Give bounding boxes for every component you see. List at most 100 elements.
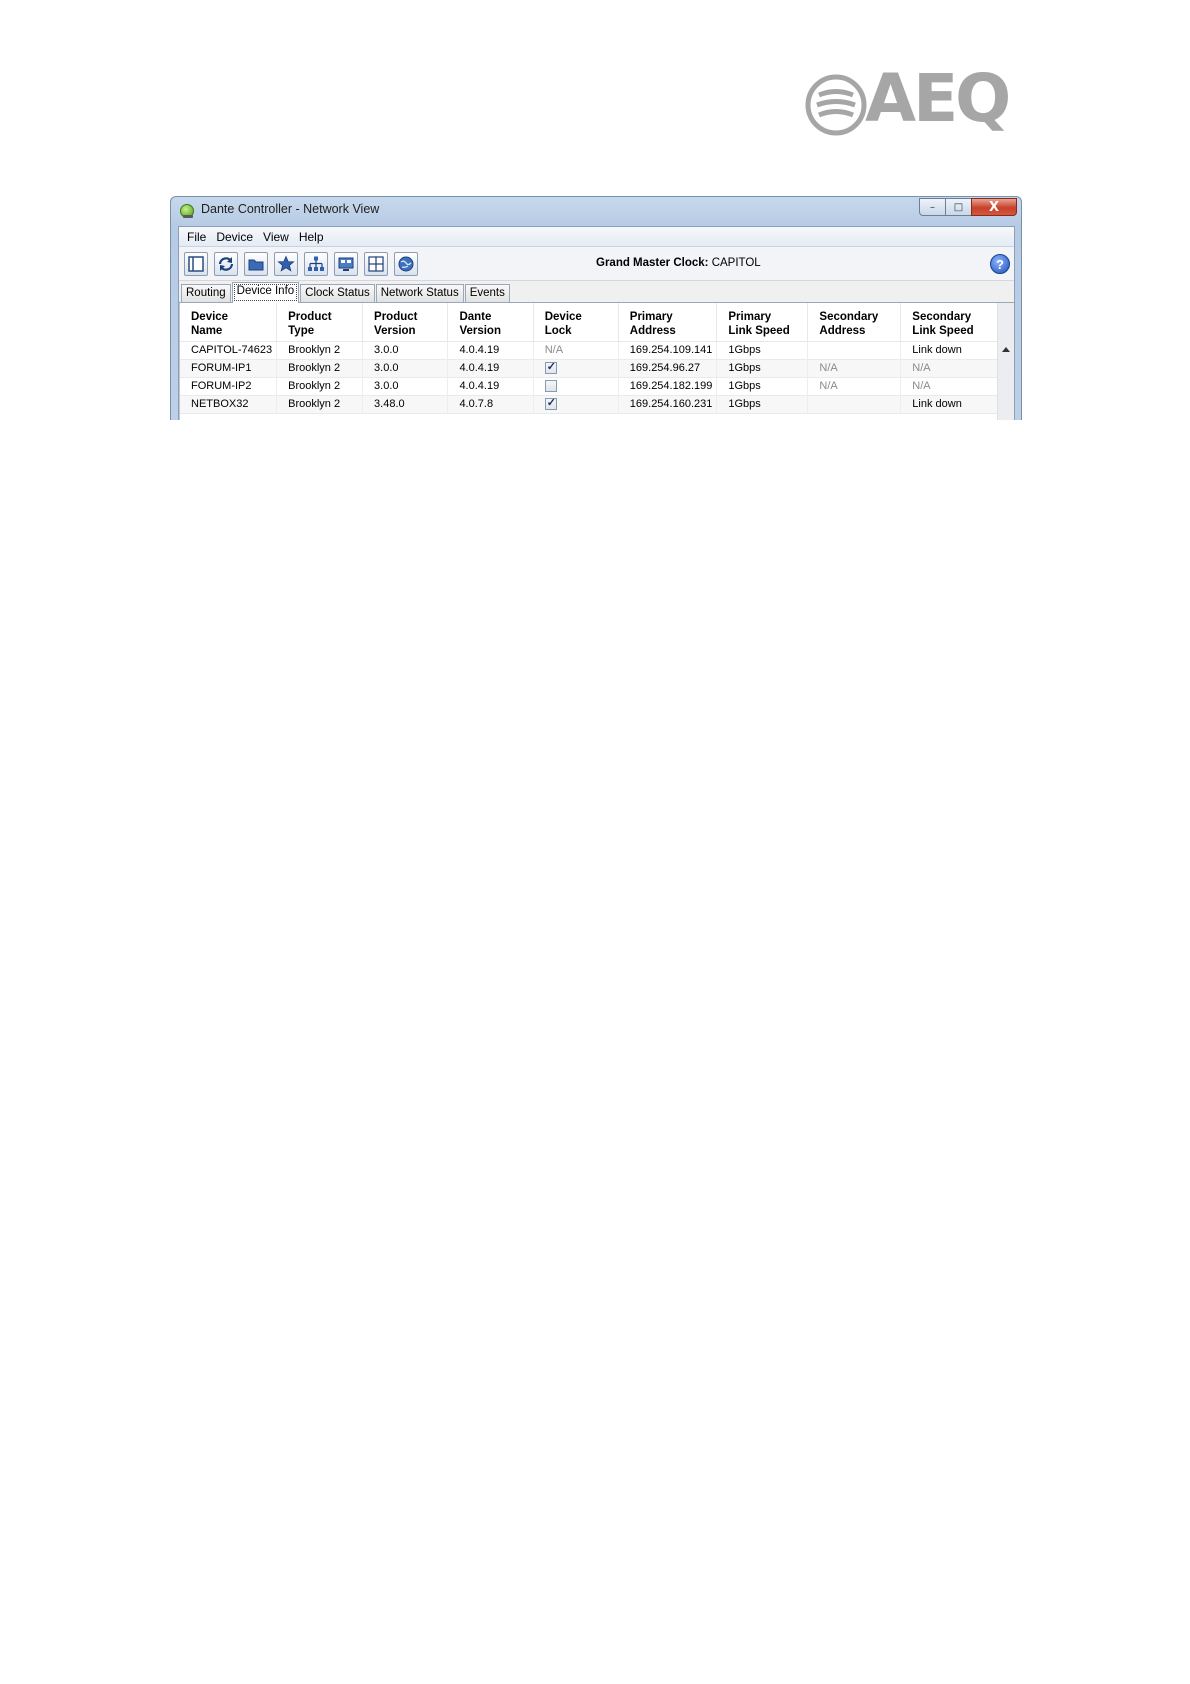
help-icon[interactable]: ? (990, 254, 1010, 274)
table-row[interactable]: FORUM-IP2 Brooklyn 2 3.0.0 4.0.4.19 169.… (180, 377, 998, 396)
toolbar: Grand Master Clock: CAPITOL ? (179, 247, 1014, 281)
cell-dante-version: 4.0.4.19 (447, 377, 534, 396)
header-device-name[interactable]: Device Name (180, 303, 278, 342)
window-client-area: File Device View Help Grand Master Clock… (178, 226, 1015, 420)
tab-device-info[interactable]: Device Info (231, 282, 300, 303)
cell-primary-address: 169.254.109.141 (618, 341, 718, 360)
cell-device-name: CAPITOL-74623 (180, 341, 278, 360)
cell-device-name: FORUM-IP2 (180, 377, 278, 396)
tab-strip: Routing Device Info Clock Status Network… (179, 281, 1014, 303)
cell-product-version: 3.0.0 (362, 359, 449, 378)
table-row[interactable]: NETBOX32 Brooklyn 2 3.48.0 4.0.7.8 169.2… (180, 395, 998, 414)
add-grid-icon (368, 255, 384, 272)
cell-device-lock (533, 377, 619, 396)
cell-device-lock (533, 359, 619, 378)
cell-primary-address: 169.254.160.231 (618, 395, 718, 414)
close-button[interactable]: X (971, 198, 1017, 216)
aeq-logo-text: AEQ (865, 60, 1011, 137)
monitor-icon (338, 257, 354, 271)
tab-network-status[interactable]: Network Status (375, 284, 464, 302)
monitor-button[interactable] (334, 251, 358, 276)
cell-product-type: Brooklyn 2 (276, 341, 364, 360)
menu-help[interactable]: Help (294, 230, 329, 244)
tab-clock-status[interactable]: Clock Status (300, 284, 375, 302)
menu-bar: File Device View Help (179, 227, 1014, 247)
cell-primary-link-speed: 1Gbps (716, 341, 809, 360)
minimize-button[interactable]: – (919, 198, 945, 216)
cell-secondary-link-speed: Link down (900, 341, 998, 360)
cell-device-name: NETBOX32 (180, 395, 278, 414)
table-header-row: Device Name Product Type Product Version Da… (180, 303, 998, 342)
header-device-lock[interactable]: Device Lock (533, 303, 619, 342)
scroll-up-arrow-icon[interactable] (1002, 347, 1010, 352)
device-lock-checkbox[interactable] (544, 380, 557, 393)
cell-secondary-address: N/A (807, 359, 902, 378)
device-view-button[interactable] (184, 251, 208, 276)
tab-events[interactable]: Events (464, 284, 510, 302)
cell-secondary-link-speed: Link down (900, 395, 998, 414)
cell-primary-link-speed: 1Gbps (716, 395, 809, 414)
device-view-icon (188, 255, 204, 272)
header-primary-link-speed[interactable]: Primary Link Speed (716, 303, 809, 342)
cell-secondary-link-speed: N/A (900, 359, 998, 378)
network-tree-button[interactable] (304, 251, 328, 276)
cell-product-type: Brooklyn 2 (276, 359, 364, 378)
cell-dante-version: 4.0.4.19 (447, 341, 534, 360)
globe-button[interactable] (394, 251, 418, 276)
cell-dante-version: 4.0.7.8 (447, 395, 534, 414)
table-row[interactable]: CAPITOL-74623 Brooklyn 2 3.0.0 4.0.4.19 … (180, 341, 998, 360)
window-controls: – □ X (919, 198, 1017, 216)
header-product-version[interactable]: Product Version (362, 303, 449, 342)
header-secondary-link-speed[interactable]: Secondary Link Speed (900, 303, 998, 342)
menu-view[interactable]: View (258, 230, 294, 244)
dante-app-icon (180, 204, 194, 218)
title-bar: Dante Controller - Network View – □ X (171, 197, 1021, 223)
cell-primary-address: 169.254.96.27 (618, 359, 718, 378)
network-tree-icon (308, 256, 324, 271)
header-dante-version[interactable]: Dante Version (447, 303, 534, 342)
favorites-button[interactable] (274, 251, 298, 276)
cell-product-version: 3.48.0 (362, 395, 449, 414)
aeq-logo-mark-icon (805, 74, 867, 136)
cell-product-version: 3.0.0 (362, 377, 449, 396)
add-grid-button[interactable] (364, 251, 388, 276)
device-lock-checkbox[interactable] (544, 360, 557, 375)
header-product-type[interactable]: Product Type (276, 303, 364, 342)
vertical-scrollbar[interactable] (997, 303, 1014, 420)
cell-device-lock (533, 395, 619, 414)
minimize-icon: – (930, 201, 935, 213)
grand-master-clock-value: CAPITOL (711, 257, 761, 269)
maximize-icon: □ (953, 201, 964, 213)
cell-primary-address: 169.254.182.199 (618, 377, 718, 396)
open-folder-icon (248, 259, 264, 270)
cell-device-lock: N/A (533, 341, 619, 360)
favorites-star-icon (277, 254, 295, 272)
cell-dante-version: 4.0.4.19 (447, 359, 534, 378)
dante-controller-window: Dante Controller - Network View – □ X Fi… (170, 196, 1022, 420)
device-lock-checkbox[interactable] (544, 396, 557, 411)
menu-file[interactable]: File (182, 230, 211, 244)
menu-device[interactable]: Device (211, 230, 258, 244)
cell-secondary-address (807, 395, 902, 414)
cell-product-type: Brooklyn 2 (276, 377, 364, 396)
grand-master-clock-label: Grand Master Clock: (596, 257, 709, 269)
tab-routing[interactable]: Routing (181, 284, 231, 302)
header-primary-address[interactable]: Primary Address (618, 303, 718, 342)
header-secondary-address[interactable]: Secondary Address (807, 303, 902, 342)
open-button[interactable] (244, 251, 268, 276)
refresh-icon (218, 256, 234, 271)
cell-product-version: 3.0.0 (362, 341, 449, 360)
globe-icon (398, 256, 414, 271)
cell-product-type: Brooklyn 2 (276, 395, 364, 414)
table-row[interactable]: FORUM-IP1 Brooklyn 2 3.0.0 4.0.4.19 169.… (180, 359, 998, 378)
cell-primary-link-speed: 1Gbps (716, 359, 809, 378)
aeq-logo: AEQ (805, 66, 1025, 140)
close-icon: X (988, 199, 1000, 215)
window-title: Dante Controller - Network View (201, 202, 380, 216)
cell-device-name: FORUM-IP1 (180, 359, 278, 378)
cell-primary-link-speed: 1Gbps (716, 377, 809, 396)
cell-secondary-address (807, 341, 902, 360)
maximize-button[interactable]: □ (945, 198, 971, 216)
cell-secondary-address: N/A (807, 377, 902, 396)
refresh-button[interactable] (214, 251, 238, 276)
